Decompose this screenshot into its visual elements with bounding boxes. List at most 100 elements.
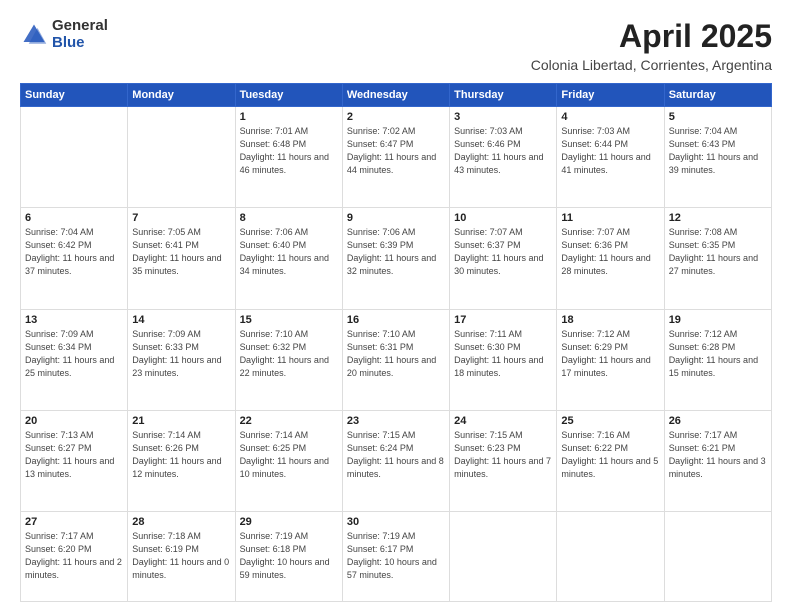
day-number: 25 [561,415,659,427]
day-number: 24 [454,415,552,427]
header: General Blue April 2025 Colonia Libertad… [20,18,772,73]
cell-info: Sunrise: 7:04 AM Sunset: 6:43 PM Dayligh… [669,125,767,177]
day-number: 16 [347,314,445,326]
cell-info: Sunrise: 7:14 AM Sunset: 6:26 PM Dayligh… [132,429,230,481]
calendar-table: SundayMondayTuesdayWednesdayThursdayFrid… [20,83,772,602]
day-number: 8 [240,212,338,224]
cell-info: Sunrise: 7:06 AM Sunset: 6:39 PM Dayligh… [347,226,445,278]
calendar-cell [557,512,664,602]
logo: General Blue [20,18,108,51]
calendar-cell: 5 Sunrise: 7:04 AM Sunset: 6:43 PM Daylig… [664,107,771,208]
calendar-week-row: 27 Sunrise: 7:17 AM Sunset: 6:20 PM Dayli… [21,512,772,602]
logo-general: General [52,18,108,35]
day-number: 21 [132,415,230,427]
cell-info: Sunrise: 7:13 AM Sunset: 6:27 PM Dayligh… [25,429,123,481]
calendar-day-header: Tuesday [235,84,342,107]
day-number: 30 [347,516,445,528]
calendar-day-header: Wednesday [342,84,449,107]
day-number: 27 [25,516,123,528]
cell-info: Sunrise: 7:07 AM Sunset: 6:36 PM Dayligh… [561,226,659,278]
calendar-cell: 11Sunrise: 7:07 AM Sunset: 6:36 PM Dayli… [557,208,664,309]
title-block: April 2025 Colonia Libertad, Corrientes,… [531,18,772,73]
day-number: 15 [240,314,338,326]
day-number: 18 [561,314,659,326]
calendar-day-header: Monday [128,84,235,107]
calendar-cell: 20 Sunrise: 7:13 AM Sunset: 6:27 PM Dayli… [21,410,128,511]
logo-text: General Blue [52,18,108,51]
calendar-cell: 10 Sunrise: 7:07 AM Sunset: 6:37 PM Dayli… [450,208,557,309]
calendar-cell: 25 Sunrise: 7:16 AM Sunset: 6:22 PM Dayli… [557,410,664,511]
cell-info: Sunrise: 7:08 AM Sunset: 6:35 PM Dayligh… [669,226,767,278]
logo-blue: Blue [52,35,108,52]
cell-info: Sunrise: 7:09 AM Sunset: 6:33 PM Dayligh… [132,328,230,380]
calendar-cell: 12Sunrise: 7:08 AM Sunset: 6:35 PM Dayli… [664,208,771,309]
cell-info: Sunrise: 7:12 AM Sunset: 6:28 PM Dayligh… [669,328,767,380]
cell-info: Sunrise: 7:05 AM Sunset: 6:41 PM Dayligh… [132,226,230,278]
page: General Blue April 2025 Colonia Libertad… [0,0,792,612]
calendar-cell [450,512,557,602]
cell-info: Sunrise: 7:01 AM Sunset: 6:48 PM Dayligh… [240,125,338,177]
calendar-cell: 8 Sunrise: 7:06 AM Sunset: 6:40 PM Daylig… [235,208,342,309]
day-number: 7 [132,212,230,224]
calendar-cell: 18 Sunrise: 7:12 AM Sunset: 6:29 PM Dayli… [557,309,664,410]
cell-info: Sunrise: 7:10 AM Sunset: 6:32 PM Dayligh… [240,328,338,380]
day-number: 22 [240,415,338,427]
cell-info: Sunrise: 7:03 AM Sunset: 6:46 PM Dayligh… [454,125,552,177]
day-number: 5 [669,111,767,123]
calendar-cell: 22 Sunrise: 7:14 AM Sunset: 6:25 PM Dayli… [235,410,342,511]
calendar-cell: 23 Sunrise: 7:15 AM Sunset: 6:24 PM Dayli… [342,410,449,511]
calendar-cell: 15 Sunrise: 7:10 AM Sunset: 6:32 PM Dayli… [235,309,342,410]
calendar-week-row: 20 Sunrise: 7:13 AM Sunset: 6:27 PM Dayli… [21,410,772,511]
day-number: 17 [454,314,552,326]
calendar-cell: 13Sunrise: 7:09 AM Sunset: 6:34 PM Dayli… [21,309,128,410]
calendar-week-row: 13Sunrise: 7:09 AM Sunset: 6:34 PM Dayli… [21,309,772,410]
cell-info: Sunrise: 7:14 AM Sunset: 6:25 PM Dayligh… [240,429,338,481]
day-number: 23 [347,415,445,427]
calendar-cell: 24 Sunrise: 7:15 AM Sunset: 6:23 PM Dayli… [450,410,557,511]
day-number: 14 [132,314,230,326]
calendar-day-header: Friday [557,84,664,107]
calendar-cell: 7 Sunrise: 7:05 AM Sunset: 6:41 PM Daylig… [128,208,235,309]
day-number: 10 [454,212,552,224]
calendar-cell: 19 Sunrise: 7:12 AM Sunset: 6:28 PM Dayli… [664,309,771,410]
cell-info: Sunrise: 7:11 AM Sunset: 6:30 PM Dayligh… [454,328,552,380]
calendar-cell: 30Sunrise: 7:19 AM Sunset: 6:17 PM Dayli… [342,512,449,602]
calendar-cell: 1Sunrise: 7:01 AM Sunset: 6:48 PM Daylig… [235,107,342,208]
cell-info: Sunrise: 7:17 AM Sunset: 6:21 PM Dayligh… [669,429,767,481]
day-number: 26 [669,415,767,427]
calendar-day-header: Sunday [21,84,128,107]
calendar-day-header: Thursday [450,84,557,107]
cell-info: Sunrise: 7:15 AM Sunset: 6:24 PM Dayligh… [347,429,445,481]
day-number: 13 [25,314,123,326]
calendar-cell: 17 Sunrise: 7:11 AM Sunset: 6:30 PM Dayli… [450,309,557,410]
cell-info: Sunrise: 7:02 AM Sunset: 6:47 PM Dayligh… [347,125,445,177]
calendar-cell: 3Sunrise: 7:03 AM Sunset: 6:46 PM Daylig… [450,107,557,208]
calendar-cell: 2 Sunrise: 7:02 AM Sunset: 6:47 PM Daylig… [342,107,449,208]
cell-info: Sunrise: 7:17 AM Sunset: 6:20 PM Dayligh… [25,530,123,582]
day-number: 29 [240,516,338,528]
calendar-cell: 6 Sunrise: 7:04 AM Sunset: 6:42 PM Daylig… [21,208,128,309]
cell-info: Sunrise: 7:15 AM Sunset: 6:23 PM Dayligh… [454,429,552,481]
calendar-header-row: SundayMondayTuesdayWednesdayThursdayFrid… [21,84,772,107]
logo-icon [20,21,48,49]
calendar-cell: 29 Sunrise: 7:19 AM Sunset: 6:18 PM Dayli… [235,512,342,602]
cell-info: Sunrise: 7:19 AM Sunset: 6:18 PM Dayligh… [240,530,338,582]
calendar-cell: 9Sunrise: 7:06 AM Sunset: 6:39 PM Daylig… [342,208,449,309]
day-number: 28 [132,516,230,528]
cell-info: Sunrise: 7:07 AM Sunset: 6:37 PM Dayligh… [454,226,552,278]
calendar-cell: 27 Sunrise: 7:17 AM Sunset: 6:20 PM Dayli… [21,512,128,602]
calendar-cell: 4Sunrise: 7:03 AM Sunset: 6:44 PM Daylig… [557,107,664,208]
calendar-cell: 16Sunrise: 7:10 AM Sunset: 6:31 PM Dayli… [342,309,449,410]
calendar-day-header: Saturday [664,84,771,107]
calendar-cell: 21 Sunrise: 7:14 AM Sunset: 6:26 PM Dayli… [128,410,235,511]
cell-info: Sunrise: 7:04 AM Sunset: 6:42 PM Dayligh… [25,226,123,278]
cell-info: Sunrise: 7:12 AM Sunset: 6:29 PM Dayligh… [561,328,659,380]
day-number: 2 [347,111,445,123]
cell-info: Sunrise: 7:16 AM Sunset: 6:22 PM Dayligh… [561,429,659,481]
day-number: 4 [561,111,659,123]
day-number: 19 [669,314,767,326]
day-number: 20 [25,415,123,427]
cell-info: Sunrise: 7:06 AM Sunset: 6:40 PM Dayligh… [240,226,338,278]
day-number: 6 [25,212,123,224]
calendar-cell: 14 Sunrise: 7:09 AM Sunset: 6:33 PM Dayli… [128,309,235,410]
